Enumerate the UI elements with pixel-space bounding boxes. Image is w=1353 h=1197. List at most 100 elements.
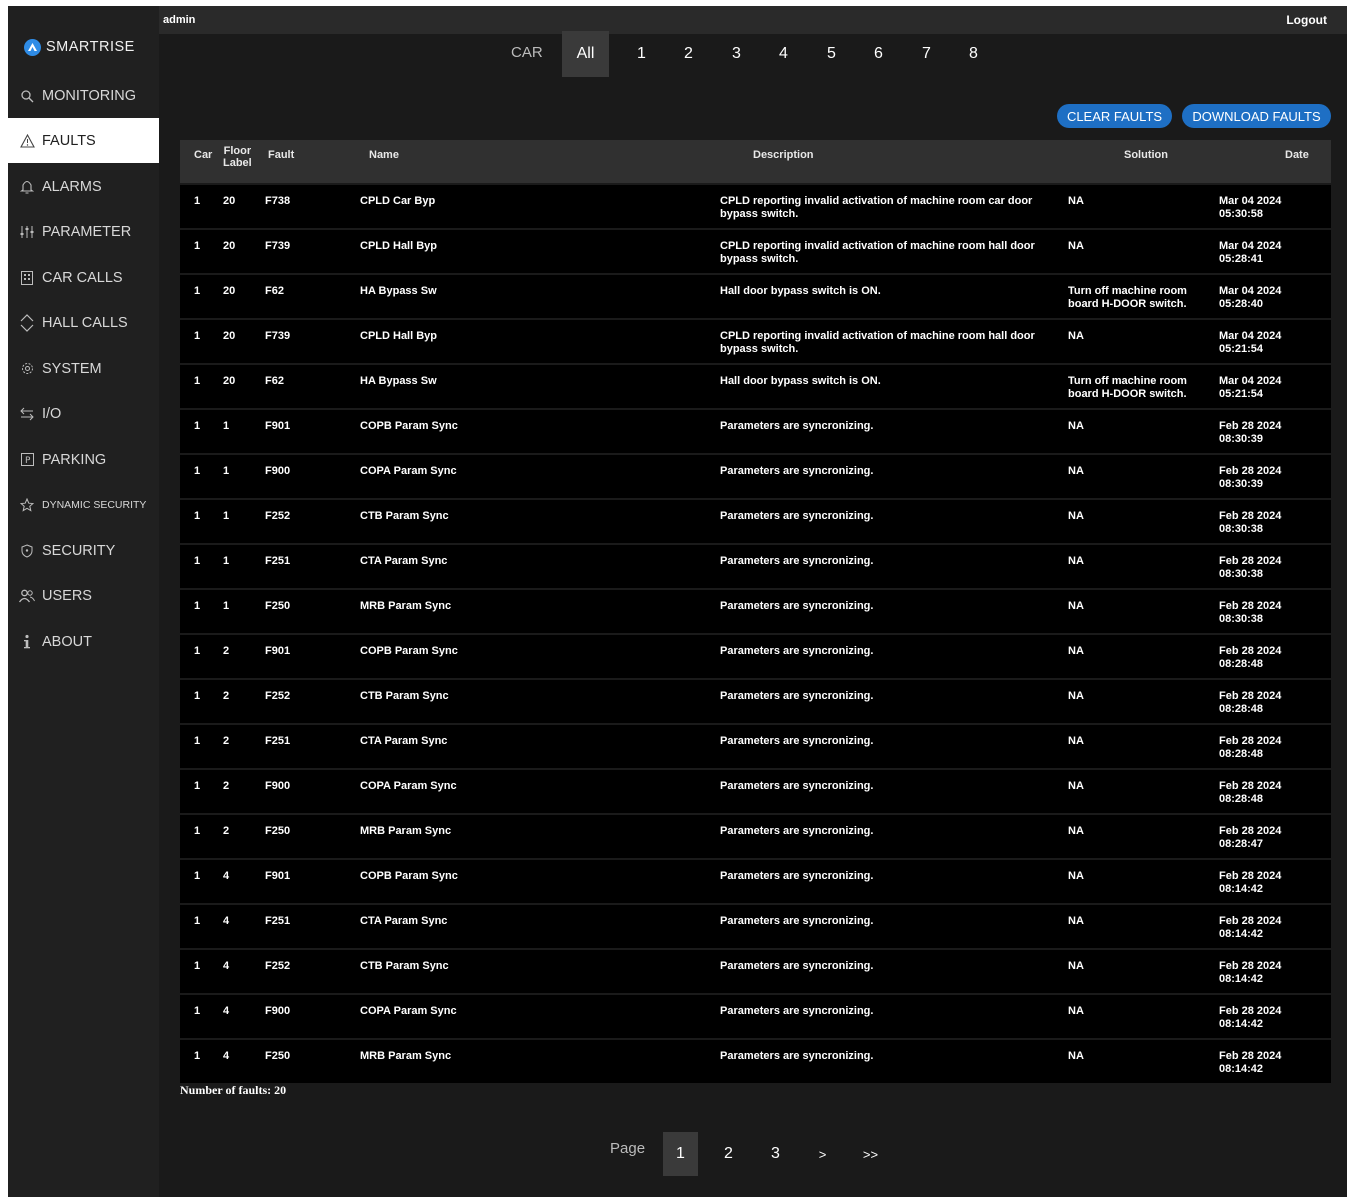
cell-car: 1: [194, 1050, 201, 1062]
table-row[interactable]: 1 20 F739 CPLD Hall Byp CPLD reporting inval…: [180, 230, 1331, 273]
logo[interactable]: SMARTRISE: [24, 35, 135, 59]
table-row[interactable]: 1 4 F901 COPB Param Sync Parameters are sync…: [180, 860, 1331, 903]
cell-date: Feb 28 2024 08:30:39: [1219, 420, 1281, 446]
nav-item-parking[interactable]: P PARKING: [8, 437, 159, 482]
cell-floor: 20: [223, 375, 236, 387]
car-tab-2[interactable]: 2: [665, 31, 712, 77]
table-row[interactable]: 1 1 F252 CTB Param Sync Parameters are syncr…: [180, 500, 1331, 543]
cell-date-day: Feb 28 2024: [1219, 420, 1282, 432]
table-row[interactable]: 1 1 F250 MRB Param Sync Parameters are syncr…: [180, 590, 1331, 633]
table-row[interactable]: 1 4 F251 CTA Param Sync Parameters are syncr…: [180, 905, 1331, 948]
cell-fault: F62: [265, 375, 284, 387]
table-row[interactable]: 1 1 F251 CTA Param Sync Parameters are syncr…: [180, 545, 1331, 588]
nav-item-alarms[interactable]: ALARMS: [8, 164, 159, 209]
car-tab-4[interactable]: 4: [760, 31, 807, 77]
nav-item-parameter[interactable]: PARAMETER: [8, 209, 159, 254]
cell-date-day: Feb 28 2024: [1219, 555, 1282, 567]
cell-description: Parameters are syncronizing.: [720, 780, 874, 792]
cell-date-day: Mar 04 2024: [1219, 195, 1282, 207]
cell-floor: 20: [223, 330, 236, 342]
car-tab-3[interactable]: 3: [713, 31, 760, 77]
nav-item-faults[interactable]: FAULTS: [8, 118, 159, 163]
gear-icon: [19, 361, 35, 377]
cell-floor: 1: [223, 420, 230, 432]
cell-fault: F252: [265, 960, 291, 972]
car-tab-5[interactable]: 5: [808, 31, 855, 77]
cell-date: Mar 04 2024 05:30:58: [1219, 195, 1281, 221]
cell-fault: F252: [265, 510, 291, 522]
cell-fault: F738: [265, 195, 291, 207]
nav-item-about[interactable]: ABOUT: [8, 619, 159, 664]
cell-date-time: 08:30:39: [1219, 433, 1264, 445]
cell-description: Parameters are syncronizing.: [720, 645, 874, 657]
cell-description: Parameters are syncronizing.: [720, 1005, 874, 1017]
cell-name: COPA Param Sync: [360, 1005, 457, 1017]
cell-fault: F252: [265, 690, 291, 702]
cell-name: CTA Param Sync: [360, 555, 448, 567]
page-1[interactable]: 1: [663, 1132, 698, 1176]
table-row[interactable]: 1 2 F250 MRB Param Sync Parameters are syncr…: [180, 815, 1331, 858]
table-row[interactable]: 1 2 F251 CTA Param Sync Parameters are syncr…: [180, 725, 1331, 768]
clear-faults-button[interactable]: CLEAR FAULTS: [1057, 104, 1172, 128]
table-row[interactable]: 1 1 F900 COPA Param Sync Parameters are sync…: [180, 455, 1331, 498]
cell-date-time: 08:28:47: [1219, 838, 1264, 850]
header-solution: Solution: [1124, 149, 1168, 161]
nav-item-system[interactable]: SYSTEM: [8, 346, 159, 391]
cell-name: CTB Param Sync: [360, 960, 449, 972]
nav-item-dynamic-security[interactable]: DYNAMIC SECURITY: [8, 482, 159, 527]
cell-date: Feb 28 2024 08:30:38: [1219, 600, 1281, 626]
car-tab-1[interactable]: 1: [618, 31, 665, 77]
cell-date-day: Feb 28 2024: [1219, 1005, 1282, 1017]
cell-floor: 20: [223, 285, 236, 297]
cell-date-time: 08:30:38: [1219, 568, 1264, 580]
table-row[interactable]: 1 1 F901 COPB Param Sync Parameters are sync…: [180, 410, 1331, 453]
car-tab-all[interactable]: All: [562, 31, 609, 77]
cell-description: Parameters are syncronizing.: [720, 555, 874, 567]
cell-solution: Turn off machine room board H-DOOR switc…: [1068, 375, 1187, 400]
table-row[interactable]: 1 20 F738 CPLD Car Byp CPLD reporting invali…: [180, 185, 1331, 228]
cell-fault: F900: [265, 465, 291, 477]
cell-date-day: Feb 28 2024: [1219, 960, 1282, 972]
cell-solution: NA: [1068, 465, 1084, 477]
table-row[interactable]: 1 2 F900 COPA Param Sync Parameters are sync…: [180, 770, 1331, 813]
download-faults-button[interactable]: DOWNLOAD FAULTS: [1182, 104, 1331, 128]
nav-item-car-calls[interactable]: CAR CALLS: [8, 255, 159, 300]
cell-date-day: Feb 28 2024: [1219, 870, 1282, 882]
nav-item-label: ALARMS: [42, 178, 102, 195]
table-row[interactable]: 1 20 F739 CPLD Hall Byp CPLD reporting inval…: [180, 320, 1331, 363]
last-page-button[interactable]: >>: [853, 1132, 888, 1176]
nav-item-users[interactable]: USERS: [8, 573, 159, 618]
nav-item-i-o[interactable]: I/O: [8, 391, 159, 436]
cell-car: 1: [194, 375, 201, 387]
nav-item-hall-calls[interactable]: HALL CALLS: [8, 300, 159, 345]
next-page-button[interactable]: >: [805, 1132, 840, 1176]
nav-item-label: USERS: [42, 587, 92, 604]
car-tab-8[interactable]: 8: [950, 31, 997, 77]
page-2[interactable]: 2: [711, 1132, 746, 1176]
cell-solution: NA: [1068, 1050, 1084, 1062]
nav-item-label: SECURITY: [42, 542, 116, 559]
cell-name: MRB Param Sync: [360, 1050, 452, 1062]
table-row[interactable]: 1 20 F62 HA Bypass Sw Hall door bypass switc…: [180, 365, 1331, 408]
nav-item-monitoring[interactable]: MONITORING: [8, 73, 159, 118]
car-tab-6[interactable]: 6: [855, 31, 902, 77]
table-row[interactable]: 1 2 F252 CTB Param Sync Parameters are syncr…: [180, 680, 1331, 723]
table-row[interactable]: 1 4 F250 MRB Param Sync Parameters are syncr…: [180, 1040, 1331, 1083]
car-tab-7[interactable]: 7: [903, 31, 950, 77]
cell-floor: 1: [223, 510, 230, 522]
page-3[interactable]: 3: [758, 1132, 793, 1176]
cell-date-time: 08:28:48: [1219, 703, 1264, 715]
cell-date-time: 08:28:48: [1219, 748, 1264, 760]
table-header: Car Floor Label Fault Name Description S…: [180, 140, 1331, 183]
nav-item-security[interactable]: SECURITY: [8, 528, 159, 573]
table-row[interactable]: 1 2 F901 COPB Param Sync Parameters are sync…: [180, 635, 1331, 678]
table-row[interactable]: 1 4 F252 CTB Param Sync Parameters are syncr…: [180, 950, 1331, 993]
table-row[interactable]: 1 4 F900 COPA Param Sync Parameters are sync…: [180, 995, 1331, 1038]
cell-fault: F250: [265, 1050, 291, 1062]
cell-description: CPLD reporting invalid activation of mac…: [720, 330, 1035, 355]
cell-car: 1: [194, 555, 201, 567]
table-row[interactable]: 1 20 F62 HA Bypass Sw Hall door bypass switc…: [180, 275, 1331, 318]
cell-solution: NA: [1068, 960, 1084, 972]
logout-button[interactable]: Logout: [1286, 13, 1327, 27]
cell-car: 1: [194, 510, 201, 522]
